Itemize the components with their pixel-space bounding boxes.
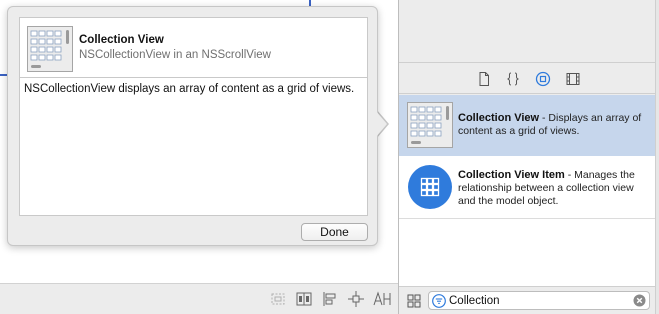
done-button[interactable]: Done xyxy=(301,223,368,241)
pin-icon[interactable] xyxy=(346,290,366,308)
file-template-icon[interactable] xyxy=(476,71,492,87)
library-filter-bar xyxy=(399,286,655,314)
object-library-icon[interactable] xyxy=(535,71,551,87)
list-separator xyxy=(399,218,655,219)
popover-subtitle: NSCollectionView in an NSScrollView xyxy=(79,49,271,61)
library-item-collection-view[interactable]: Collection View - Displays an array of c… xyxy=(399,95,655,156)
library-search-field[interactable] xyxy=(428,291,650,310)
resolve-issues-icon[interactable] xyxy=(372,290,392,308)
collection-view-icon xyxy=(27,26,73,72)
popover-arrow-fill xyxy=(376,111,387,137)
filter-icon[interactable] xyxy=(432,294,446,308)
media-library-icon[interactable] xyxy=(565,71,581,87)
search-input[interactable] xyxy=(449,293,629,308)
collection-view-item-icon xyxy=(407,164,453,210)
align-icon[interactable] xyxy=(294,290,314,308)
library-item-name: Collection View xyxy=(458,112,540,124)
canvas-toolbar xyxy=(0,283,398,314)
collection-view-icon xyxy=(407,102,453,148)
popover-title: Collection View xyxy=(79,34,164,46)
embed-in-stack-icon[interactable] xyxy=(268,290,288,308)
utilities-panel: Collection View - Displays an array of c… xyxy=(398,0,655,314)
code-snippet-icon[interactable] xyxy=(505,71,521,87)
library-item-text: Collection View - Displays an array of c… xyxy=(458,112,646,138)
library-item-collection-view-item[interactable]: Collection View Item - Manages the relat… xyxy=(399,156,655,218)
grid-view-icon[interactable] xyxy=(407,294,421,308)
window-scroll-edge xyxy=(655,0,659,314)
object-detail-popover: Collection View NSCollectionView in an N… xyxy=(7,6,378,246)
popover-description: NSCollectionView displays an array of co… xyxy=(24,83,355,95)
distribute-icon[interactable] xyxy=(320,290,340,308)
object-library-list: Collection View - Displays an array of c… xyxy=(399,95,655,286)
library-item-name: Collection View Item xyxy=(458,169,565,181)
library-item-text: Collection View Item - Manages the relat… xyxy=(458,169,646,208)
popover-description-area: NSCollectionView displays an array of co… xyxy=(19,77,368,216)
inspector-area xyxy=(399,0,655,63)
library-tab-bar xyxy=(399,64,655,94)
clear-search-icon[interactable] xyxy=(633,294,646,307)
popover-header: Collection View NSCollectionView in an N… xyxy=(19,17,368,77)
